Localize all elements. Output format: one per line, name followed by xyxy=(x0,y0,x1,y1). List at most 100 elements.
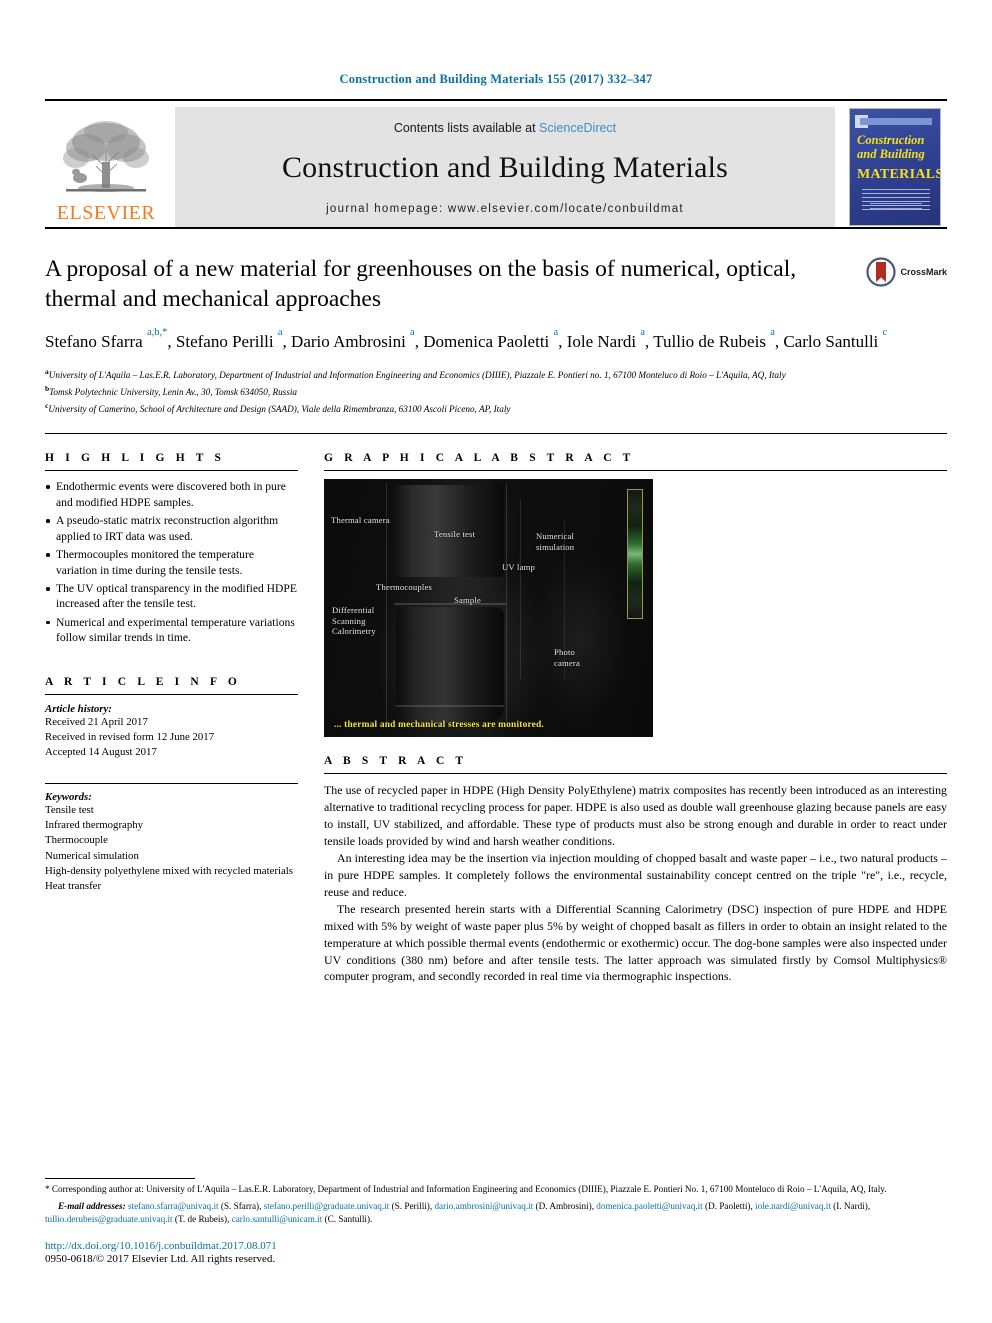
ga-numerical-specimen xyxy=(627,489,643,620)
elsevier-logo: ELSEVIER xyxy=(45,107,167,227)
ga-label-sample: Sample xyxy=(454,595,481,606)
email-link[interactable]: carlo.santulli@unicam.it xyxy=(232,1214,323,1224)
affiliation-text-b: Tomsk Polytechnic University, Lenin Av.,… xyxy=(49,387,297,398)
article-first-page: Construction and Building Materials 155 … xyxy=(0,0,992,1323)
ga-label-uv-lamp: UV lamp xyxy=(502,562,535,573)
article-info-heading: A R T I C L E I N F O xyxy=(45,675,241,688)
affiliation-text-c: University of Camerino, School of Archit… xyxy=(48,404,511,415)
email-person: (I. Nardi) xyxy=(833,1200,868,1211)
affiliation-c: cUniversity of Camerino, School of Archi… xyxy=(45,400,947,417)
email-link[interactable]: domenica.paoletti@univaq.it xyxy=(596,1201,702,1211)
email-person: (S. Perilli) xyxy=(391,1200,430,1211)
abstract-paragraph: The research presented herein starts wit… xyxy=(324,901,947,984)
list-item: A pseudo-static matrix reconstruction al… xyxy=(45,513,298,544)
keyword-item: Thermocouple xyxy=(45,834,108,847)
doi-block: http://dx.doi.org/10.1016/j.conbuildmat.… xyxy=(45,1240,947,1265)
article-history-label: Article history: xyxy=(45,702,112,715)
affiliation-a: aUniversity of L'Aquila – Las.E.R. Labor… xyxy=(45,366,947,383)
left-column: H I G H L I G H T S Endothermic events w… xyxy=(45,452,298,985)
footnote-rule xyxy=(45,1178,195,1180)
list-item: Thermocouples monitored the temperature … xyxy=(45,547,298,578)
email-link[interactable]: stefano.perilli@graduate.univaq.it xyxy=(264,1201,390,1211)
history-accepted: Accepted 14 August 2017 xyxy=(45,746,157,759)
page-title: A proposal of a new material for greenho… xyxy=(45,256,797,312)
cover-title-line1: Construction xyxy=(857,133,925,147)
contents-prefix: Contents lists available at xyxy=(393,121,540,135)
history-revised: Received in revised form 12 June 2017 xyxy=(45,730,215,743)
right-column: G R A P H I C A L A B S T R A C T Therma… xyxy=(324,452,947,985)
list-item: The UV optical transparency in the modif… xyxy=(45,581,298,612)
sciencedirect-link[interactable]: ScienceDirect xyxy=(539,121,616,135)
ga-edge-highlight xyxy=(396,705,504,707)
ga-edge-highlight xyxy=(506,483,508,724)
email-link[interactable]: iole.nardi@univaq.it xyxy=(755,1201,831,1211)
keyword-item: Numerical simulation xyxy=(45,849,139,862)
crossmark-badge[interactable]: CrossMark xyxy=(866,257,947,287)
abstract-rule xyxy=(324,773,947,775)
doi-link[interactable]: http://dx.doi.org/10.1016/j.conbuildmat.… xyxy=(45,1240,947,1252)
ga-label-tensile-test: Tensile test xyxy=(434,529,476,540)
page-footer: * Corresponding author at: University of… xyxy=(45,1178,947,1265)
title-bottom-rule xyxy=(45,433,947,435)
masthead-center-panel: Contents lists available at ScienceDirec… xyxy=(175,107,835,227)
email-link[interactable]: stefano.sfarra@univaq.it xyxy=(128,1201,219,1211)
email-link[interactable]: tullio.derubeis@graduate.univaq.it xyxy=(45,1214,173,1224)
ga-label-numerical-simulation: Numerical simulation xyxy=(536,531,575,552)
history-received: Received 21 April 2017 xyxy=(45,715,148,728)
keyword-item: High-density polyethylene mixed with rec… xyxy=(45,864,293,877)
abstract-heading: A B S T R A C T xyxy=(324,755,468,768)
cover-title-lines: Construction and Building xyxy=(857,133,935,161)
email-addresses-note: E-mail addresses: stefano.sfarra@univaq.… xyxy=(45,1200,947,1227)
crossmark-icon xyxy=(866,257,897,287)
ga-label-dsc: Differential Scanning Calorimetry xyxy=(332,605,376,636)
cover-title-line3: MATERIALS xyxy=(857,167,941,182)
email-addresses-label: E-mail addresses: xyxy=(58,1200,126,1211)
ga-label-thermal-camera: Thermal camera xyxy=(331,515,390,526)
highlights-list: Endothermic events were discovered both … xyxy=(45,479,298,645)
affiliation-list: aUniversity of L'Aquila – Las.E.R. Labor… xyxy=(45,366,947,417)
copyright-line: 0950-0618/© 2017 Elsevier Ltd. All right… xyxy=(45,1253,276,1265)
elsevier-tree-icon xyxy=(63,121,149,192)
email-list: stefano.sfarra@univaq.it (S. Sfarra), st… xyxy=(45,1200,871,1224)
abstract-paragraph: The use of recycled paper in HDPE (High … xyxy=(324,783,947,849)
author-list: Stefano Sfarra a,b,*, Stefano Perilli a,… xyxy=(45,326,888,352)
graphical-abstract-rule xyxy=(324,470,947,472)
email-link[interactable]: dario.ambrosini@univaq.it xyxy=(434,1201,533,1211)
ga-edge-highlight xyxy=(520,499,522,680)
two-column-body: H I G H L I G H T S Endothermic events w… xyxy=(45,452,947,985)
affiliation-text-a: University of L'Aquila – Las.E.R. Labora… xyxy=(48,370,786,381)
email-person: (T. de Rubeis) xyxy=(174,1213,228,1224)
abstract-paragraph: An interesting idea may be the insertion… xyxy=(324,851,947,899)
keywords-rule xyxy=(45,782,298,784)
elsevier-wordmark: ELSEVIER xyxy=(56,202,156,224)
journal-cover-thumbnail: Construction and Building MATERIALS xyxy=(843,107,947,227)
crossmark-label: CrossMark xyxy=(900,267,947,277)
graphical-abstract-image: Thermal camera Tensile test Numerical si… xyxy=(324,479,653,738)
ga-label-photo-camera: Photo camera xyxy=(554,647,581,668)
highlights-rule xyxy=(45,470,298,472)
journal-masthead: ELSEVIER Contents lists available at Sci… xyxy=(45,99,947,227)
ga-caption: ... thermal and mechanical stresses are … xyxy=(334,720,544,731)
ga-label-thermocouples: Thermocouples xyxy=(376,582,433,593)
email-person: (D. Paoletti) xyxy=(705,1200,751,1211)
ga-edge-highlight xyxy=(394,603,506,605)
masthead-bottom-rule xyxy=(45,227,947,229)
cover-art: Construction and Building MATERIALS xyxy=(849,108,941,226)
cover-title-line2: and Building xyxy=(857,147,925,161)
highlights-heading: H I G H L I G H T S xyxy=(45,452,226,465)
list-item: Endothermic events were discovered both … xyxy=(45,479,298,510)
corresponding-author-note: * Corresponding author at: University of… xyxy=(45,1184,887,1195)
cover-footer-block xyxy=(870,203,922,213)
keyword-item: Heat transfer xyxy=(45,880,102,893)
keywords-label: Keywords: xyxy=(45,790,92,803)
journal-title: Construction and Building Materials xyxy=(281,151,729,184)
title-block: A proposal of a new material for greenho… xyxy=(45,255,947,417)
email-person: (S. Sfarra) xyxy=(220,1200,260,1211)
cover-top-bar xyxy=(860,118,932,125)
email-person: (D. Ambrosini) xyxy=(535,1200,592,1211)
journal-running-head: Construction and Building Materials 155 … xyxy=(339,72,653,86)
contents-available-line: Contents lists available at ScienceDirec… xyxy=(394,121,616,135)
article-info-rule xyxy=(45,693,298,695)
journal-homepage-link[interactable]: journal homepage: www.elsevier.com/locat… xyxy=(326,203,684,215)
list-item: Numerical and experimental temperature v… xyxy=(45,615,298,646)
